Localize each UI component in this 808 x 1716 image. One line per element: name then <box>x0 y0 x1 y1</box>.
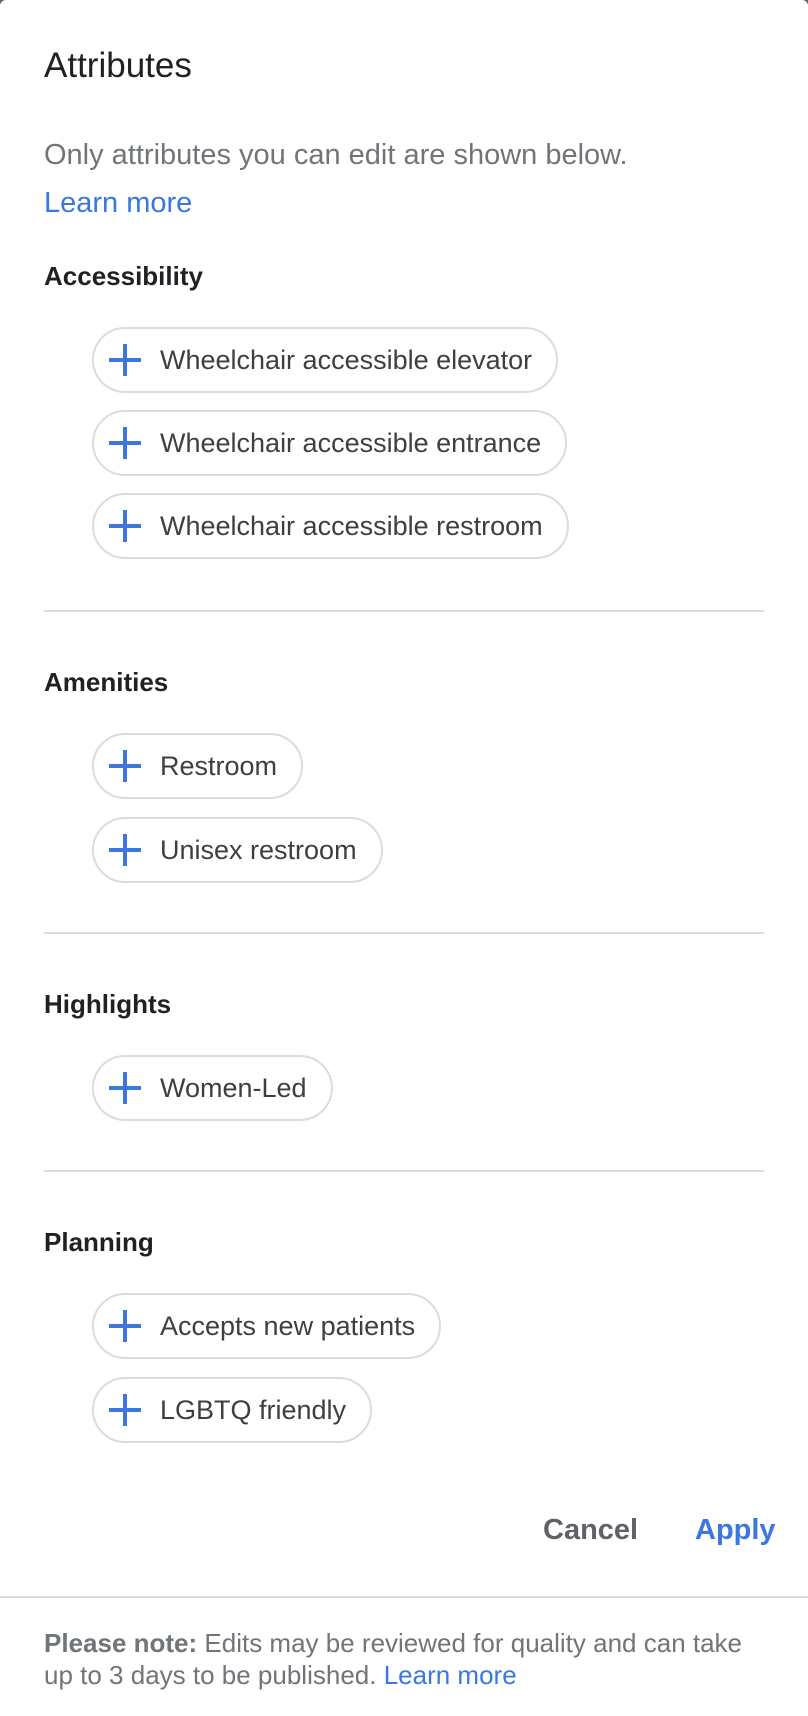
dialog-title: Attributes <box>44 46 192 85</box>
section-title-planning: Planning <box>44 1227 154 1257</box>
chip-lgbtq-friendly[interactable]: LGBTQ friendly <box>92 1377 373 1443</box>
footer-divider <box>0 1596 808 1598</box>
section-title-highlights: Highlights <box>44 989 172 1019</box>
footer-note-label: Please note: <box>44 1628 198 1658</box>
plus-icon <box>108 343 142 377</box>
chip-women-led[interactable]: Women-Led <box>92 1055 333 1121</box>
plus-icon <box>108 1071 142 1105</box>
cancel-button[interactable]: Cancel <box>543 1513 638 1547</box>
section-divider <box>44 932 764 934</box>
chip-wheelchair-accessible-restroom[interactable]: Wheelchair accessible restroom <box>92 493 569 559</box>
apply-button[interactable]: Apply <box>695 1513 776 1547</box>
dialog-subtitle: Only attributes you can edit are shown b… <box>44 139 628 171</box>
chip-label: Wheelchair accessible restroom <box>160 510 543 541</box>
learn-more-link[interactable]: Learn more <box>44 186 192 220</box>
footer-learn-more-link[interactable]: Learn more <box>384 1660 517 1690</box>
section-title-amenities: Amenities <box>44 667 169 697</box>
section-title-accessibility: Accessibility <box>44 261 203 291</box>
plus-icon <box>108 1393 142 1427</box>
footer-note: Please note: Edits may be reviewed for q… <box>44 1627 764 1691</box>
plus-icon <box>108 1309 142 1343</box>
chip-wheelchair-accessible-elevator[interactable]: Wheelchair accessible elevator <box>92 327 559 393</box>
chip-label: Women-Led <box>160 1072 307 1103</box>
plus-icon <box>108 426 142 460</box>
attributes-dialog: Attributes Only attributes you can edit … <box>0 0 808 1716</box>
chip-label: Accepts new patients <box>160 1310 416 1341</box>
plus-icon <box>108 749 142 783</box>
chip-label: Unisex restroom <box>160 834 357 865</box>
chip-label: Restroom <box>160 750 278 781</box>
plus-icon <box>108 509 142 543</box>
chip-label: Wheelchair accessible elevator <box>160 344 533 375</box>
chip-label: Wheelchair accessible entrance <box>160 427 542 458</box>
section-divider <box>44 610 764 612</box>
chip-restroom[interactable]: Restroom <box>92 733 304 799</box>
section-divider <box>44 1170 764 1172</box>
chip-label: LGBTQ friendly <box>160 1394 347 1425</box>
chip-unisex-restroom[interactable]: Unisex restroom <box>92 817 383 883</box>
chip-accepts-new-patients[interactable]: Accepts new patients <box>92 1293 442 1359</box>
chip-wheelchair-accessible-entrance[interactable]: Wheelchair accessible entrance <box>92 410 568 476</box>
plus-icon <box>108 833 142 867</box>
